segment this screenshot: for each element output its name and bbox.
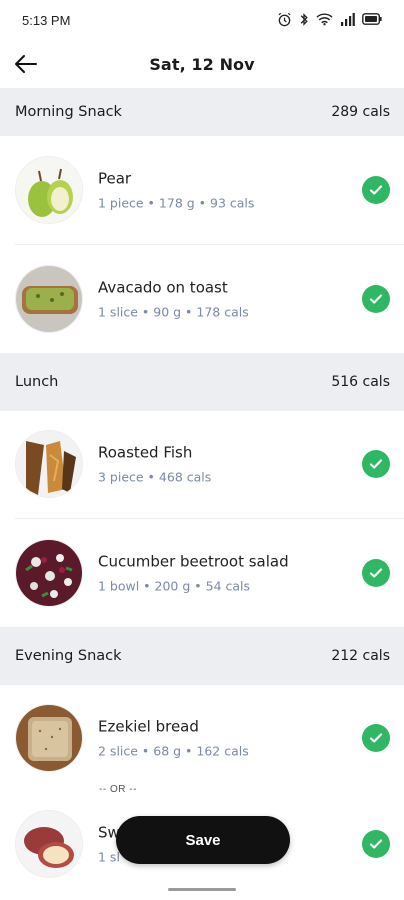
food-name: Avacado on toast (98, 278, 228, 297)
roasted-fish-image (15, 430, 83, 498)
food-item[interactable]: Avacado on toast 1 slice • 90 g • 178 ca… (0, 245, 404, 353)
food-item[interactable]: Roasted Fish 3 piece • 468 cals (0, 410, 404, 518)
sweet-potato-image (15, 810, 83, 878)
status-bar: 5:13 PM (0, 0, 404, 40)
food-meta: 1 slice • 90 g • 178 cals (98, 304, 249, 320)
status-icons (277, 12, 382, 29)
food-name: Pear (98, 169, 132, 188)
section-header-morning-snack: Morning Snack 289 cals (0, 88, 404, 136)
home-indicator (168, 888, 236, 891)
food-name: Ezekiel bread (98, 717, 199, 736)
section-calories: 212 cals (331, 648, 390, 664)
food-meta: 1 bowl • 200 g • 54 cals (98, 578, 251, 594)
page-title: Sat, 12 Nov (149, 54, 255, 74)
bluetooth-icon (299, 12, 309, 29)
food-name: Cucumber beetroot salad (98, 552, 289, 571)
bread-image (15, 704, 83, 772)
back-button[interactable] (12, 50, 40, 78)
food-meta: 1 sl (98, 849, 120, 865)
food-meta: 2 slice • 68 g • 162 cals (98, 743, 249, 759)
food-item[interactable]: Pear 1 piece • 178 g • 93 cals (0, 136, 404, 244)
wifi-icon (316, 12, 333, 28)
checkmark-icon[interactable] (362, 450, 390, 478)
salad-image (15, 539, 83, 607)
section-header-lunch: Lunch 516 cals (0, 353, 404, 411)
section-title: Morning Snack (15, 104, 122, 120)
avocado-toast-image (15, 265, 83, 333)
checkmark-icon[interactable] (362, 559, 390, 587)
food-meta: 1 piece • 178 g • 93 cals (98, 195, 255, 211)
top-app-bar: Sat, 12 Nov (0, 40, 404, 88)
section-title: Evening Snack (15, 648, 122, 664)
checkmark-icon[interactable] (362, 285, 390, 313)
food-item[interactable]: Ezekiel bread 2 slice • 68 g • 162 cals (0, 684, 404, 792)
section-title: Lunch (15, 374, 59, 390)
food-name: Roasted Fish (98, 443, 193, 462)
checkmark-icon[interactable] (362, 830, 390, 858)
food-item[interactable]: Cucumber beetroot salad 1 bowl • 200 g •… (0, 519, 404, 627)
pear-image (15, 156, 83, 224)
signal-icon (340, 12, 355, 28)
alarm-icon (277, 12, 292, 29)
section-calories: 516 cals (331, 374, 390, 390)
arrow-left-icon (15, 55, 37, 73)
checkmark-icon[interactable] (362, 176, 390, 204)
save-button[interactable]: Save (116, 816, 290, 864)
status-time: 5:13 PM (22, 12, 71, 28)
section-header-evening-snack: Evening Snack 212 cals (0, 627, 404, 685)
checkmark-icon[interactable] (362, 724, 390, 752)
battery-icon (362, 13, 382, 27)
section-calories: 289 cals (331, 104, 390, 120)
food-meta: 3 piece • 468 cals (98, 469, 212, 485)
